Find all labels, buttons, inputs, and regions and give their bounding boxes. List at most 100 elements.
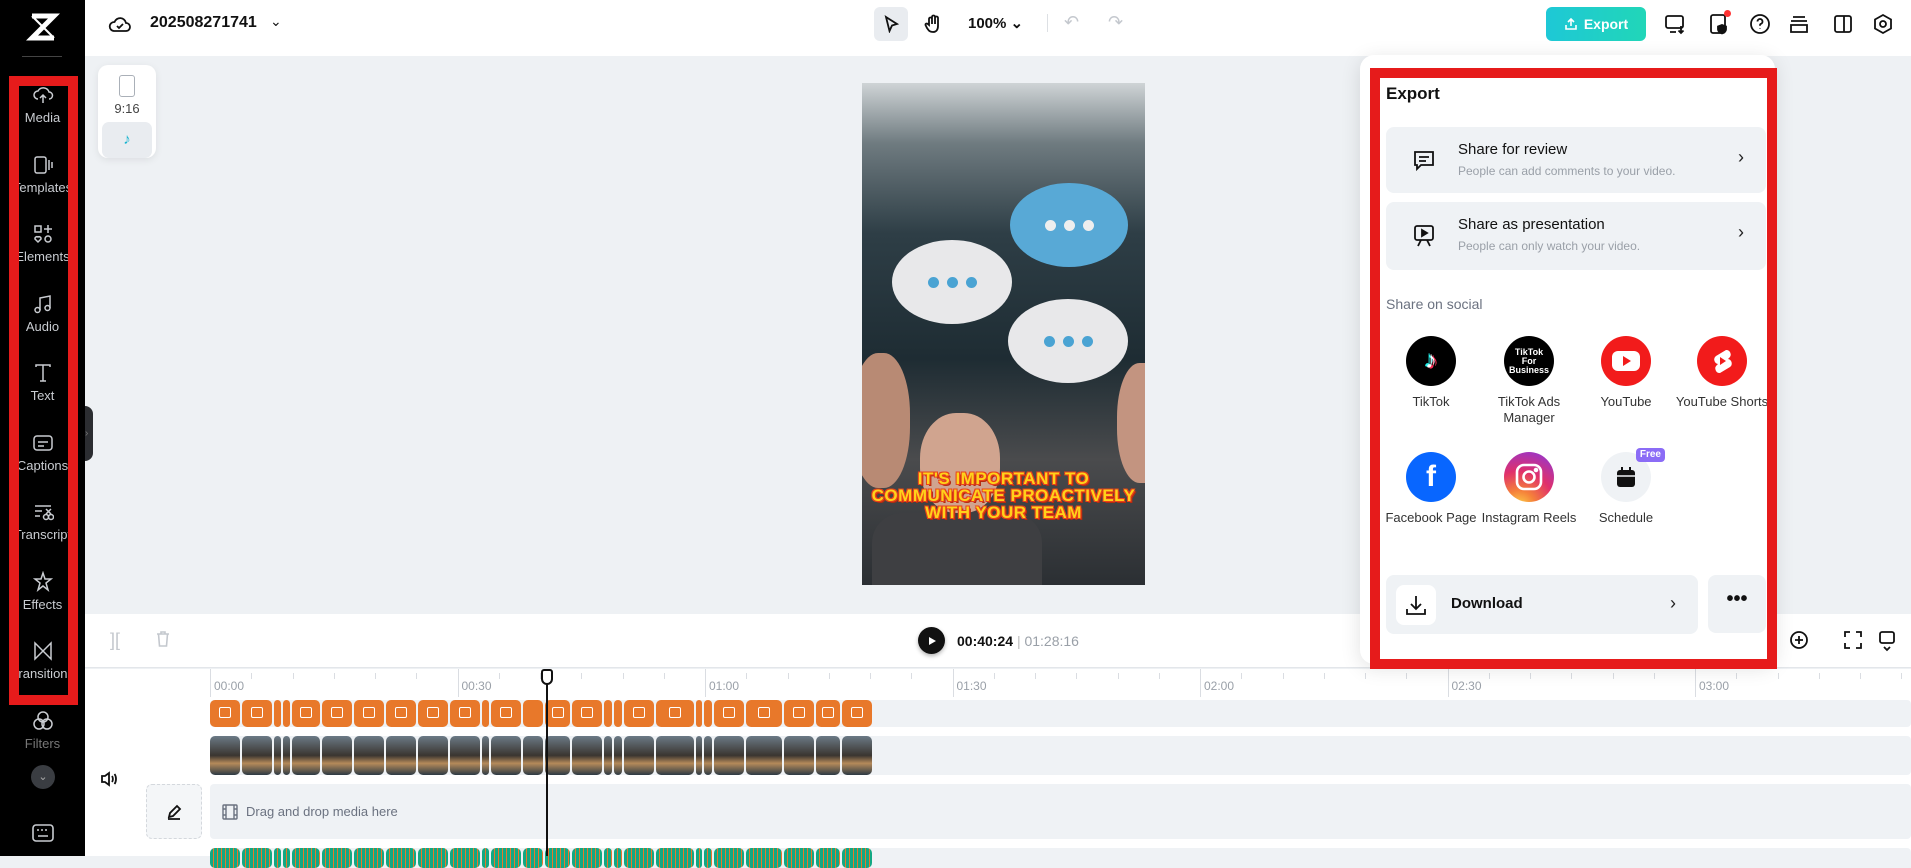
video-clip[interactable] — [292, 736, 320, 775]
video-clip[interactable] — [614, 736, 622, 775]
settings-icon[interactable] — [1872, 13, 1894, 40]
mute-audio-icon[interactable] — [100, 771, 118, 792]
video-clip[interactable] — [354, 736, 384, 775]
caption-clip[interactable] — [523, 700, 543, 727]
video-clip[interactable] — [523, 736, 543, 775]
audio-clip[interactable] — [656, 848, 694, 868]
audio-clip[interactable] — [482, 848, 489, 868]
aspect-ratio-card[interactable]: 9:16 ♪ — [98, 65, 156, 158]
audio-clip[interactable] — [604, 848, 612, 868]
audio-clip[interactable] — [572, 848, 602, 868]
project-menu-chevron-icon[interactable]: ⌄ — [270, 13, 282, 30]
edit-cover-button[interactable] — [146, 784, 202, 839]
caption-clip[interactable] — [242, 700, 272, 727]
video-clip[interactable] — [696, 736, 702, 775]
more-tools-chevron-icon[interactable]: ⌄ — [31, 765, 55, 789]
caption-clip[interactable] — [354, 700, 384, 727]
hand-tool-button[interactable] — [918, 7, 948, 41]
playhead-handle[interactable] — [540, 669, 553, 685]
caption-clip[interactable] — [283, 700, 290, 727]
video-preview[interactable]: IT'S IMPORTANT TO COMMUNICATE PROACTIVEL… — [862, 83, 1145, 585]
audio-clip[interactable] — [283, 848, 290, 868]
select-tool-button[interactable] — [874, 7, 908, 41]
audio-clip[interactable] — [545, 848, 570, 868]
audio-clip[interactable] — [746, 848, 782, 868]
audio-clip[interactable] — [322, 848, 352, 868]
video-clip[interactable] — [482, 736, 489, 775]
caption-clip[interactable] — [604, 700, 612, 727]
video-clip[interactable] — [816, 736, 840, 775]
video-clip[interactable] — [656, 736, 694, 775]
video-clip[interactable] — [386, 736, 416, 775]
audio-clip[interactable] — [450, 848, 480, 868]
fullscreen-icon[interactable] — [1843, 630, 1863, 655]
video-clip[interactable] — [784, 736, 814, 775]
caption-clip[interactable] — [696, 700, 702, 727]
security-shield-icon[interactable] — [1708, 10, 1731, 40]
audio-clip[interactable] — [816, 848, 840, 868]
video-clip[interactable] — [842, 736, 872, 775]
caption-clip[interactable] — [624, 700, 654, 727]
caption-clip[interactable] — [714, 700, 744, 727]
export-button[interactable]: Export — [1546, 7, 1646, 41]
video-clip[interactable] — [322, 736, 352, 775]
video-clip[interactable] — [545, 736, 570, 775]
video-clip[interactable] — [210, 736, 240, 775]
audio-clip[interactable] — [292, 848, 320, 868]
video-clip[interactable] — [714, 736, 744, 775]
caption-clip[interactable] — [491, 700, 521, 727]
audio-clip[interactable] — [354, 848, 384, 868]
caption-clip[interactable] — [842, 700, 872, 727]
help-icon[interactable] — [1749, 13, 1771, 40]
caption-clip[interactable] — [614, 700, 622, 727]
audio-clip[interactable] — [842, 848, 872, 868]
audio-clip[interactable] — [704, 848, 712, 868]
audio-clip[interactable] — [491, 848, 521, 868]
caption-clip[interactable] — [274, 700, 281, 727]
audio-clip[interactable] — [386, 848, 416, 868]
zoom-in-timeline-icon[interactable] — [1789, 630, 1809, 655]
split-icon[interactable]: ][ — [110, 630, 120, 651]
video-clip[interactable] — [572, 736, 602, 775]
delete-icon[interactable] — [155, 630, 171, 653]
caption-clip[interactable] — [210, 700, 240, 727]
timeline[interactable]: 00:00 00:30 01:00 01:30 02:00 02:30 03:00 Drag… — [85, 669, 1911, 868]
caption-clip[interactable] — [656, 700, 694, 727]
timeline-ruler[interactable]: 00:00 00:30 01:00 01:30 02:00 02:30 03:00 — [85, 669, 1911, 699]
preview-display-icon[interactable] — [1877, 630, 1897, 657]
caption-clip[interactable] — [450, 700, 480, 727]
layers-icon[interactable] — [1788, 13, 1810, 40]
video-clip[interactable] — [604, 736, 612, 775]
audio-clip[interactable] — [696, 848, 702, 868]
video-clip[interactable] — [704, 736, 712, 775]
caption-clip[interactable] — [292, 700, 320, 727]
audio-clip[interactable] — [274, 848, 281, 868]
keyboard-shortcuts-icon[interactable] — [32, 824, 54, 847]
layout-panel-icon[interactable] — [1832, 13, 1854, 40]
caption-clip[interactable] — [816, 700, 840, 727]
audio-clip[interactable] — [784, 848, 814, 868]
video-clip[interactable] — [491, 736, 521, 775]
caption-clip[interactable] — [704, 700, 712, 727]
caption-track[interactable] — [210, 700, 1911, 727]
audio-clip[interactable] — [242, 848, 272, 868]
zoom-level-dropdown[interactable]: 100% ⌄ — [968, 14, 1023, 32]
caption-clip[interactable] — [322, 700, 352, 727]
play-button[interactable] — [918, 627, 945, 654]
main-drop-track[interactable]: Drag and drop media here — [210, 784, 1911, 839]
video-clip[interactable] — [746, 736, 782, 775]
audio-clip[interactable] — [210, 848, 240, 868]
caption-clip[interactable] — [545, 700, 570, 727]
video-clip[interactable] — [624, 736, 654, 775]
undo-icon[interactable]: ↶ — [1064, 12, 1079, 33]
video-clip[interactable] — [418, 736, 448, 775]
video-track[interactable] — [210, 736, 1911, 775]
video-clip[interactable] — [274, 736, 281, 775]
tiktok-preset-icon[interactable]: ♪ — [102, 122, 152, 158]
caption-clip[interactable] — [418, 700, 448, 727]
caption-clip[interactable] — [386, 700, 416, 727]
video-clip[interactable] — [283, 736, 290, 775]
caption-clip[interactable] — [482, 700, 489, 727]
caption-clip[interactable] — [784, 700, 814, 727]
caption-clip[interactable] — [746, 700, 782, 727]
